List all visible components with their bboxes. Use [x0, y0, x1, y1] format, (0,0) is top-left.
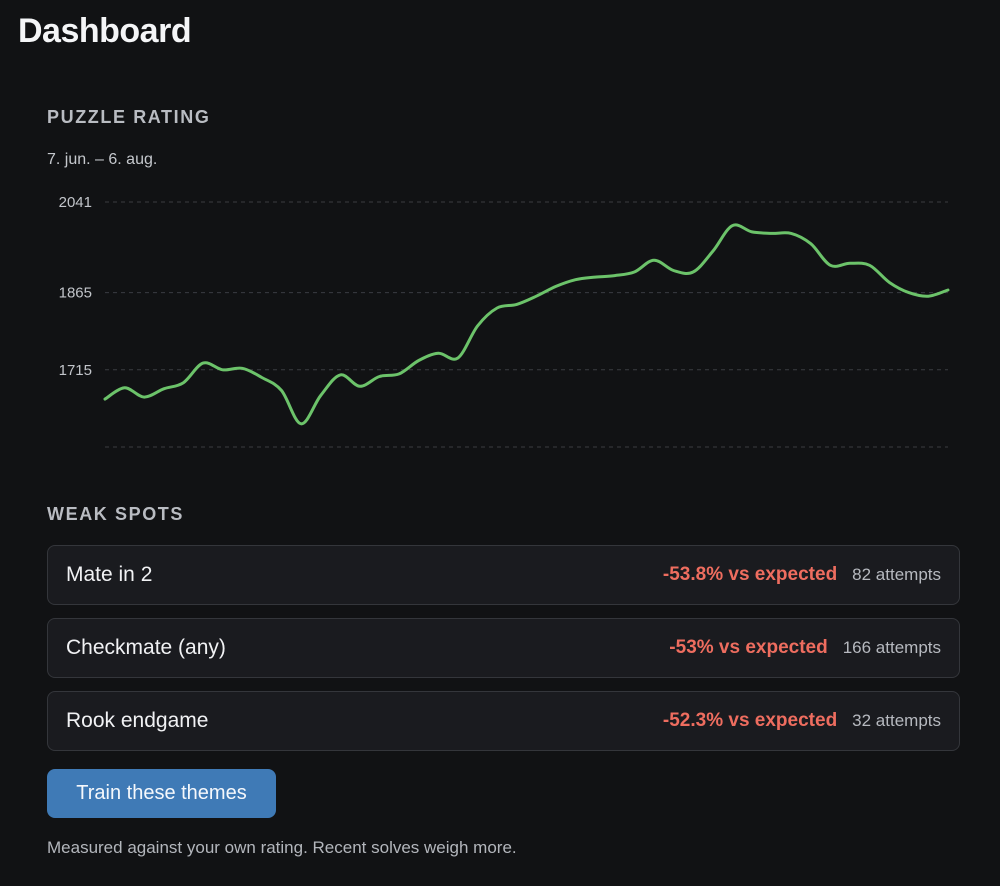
- y-tick-label: 2041: [59, 194, 92, 211]
- y-tick-label: 1715: [59, 362, 92, 379]
- weak-spot-row[interactable]: Rook endgame -52.3% vs expected 32 attem…: [47, 691, 960, 751]
- train-themes-button[interactable]: Train these themes: [47, 769, 276, 818]
- puzzle-rating-heading: PUZZLE RATING: [47, 107, 211, 127]
- weak-spot-attempts: 82 attempts: [852, 565, 941, 584]
- rating-series-line: [103, 223, 950, 426]
- weak-spot-name: Mate in 2: [66, 563, 153, 586]
- weak-spot-row[interactable]: Mate in 2 -53.8% vs expected 82 attempts: [47, 545, 960, 605]
- page-title: Dashboard: [18, 12, 192, 50]
- date-range: 7. jun. – 6. aug.: [47, 151, 158, 168]
- y-tick-label: 1865: [59, 285, 92, 302]
- weak-spot-row[interactable]: Checkmate (any) -53% vs expected 166 att…: [47, 618, 960, 678]
- weak-spot-name: Rook endgame: [66, 709, 209, 732]
- weak-spot-delta: -53% vs expected: [669, 637, 828, 658]
- rating-chart: 2041 1865 1715: [59, 194, 950, 448]
- weak-spot-attempts: 166 attempts: [842, 638, 941, 657]
- weak-spot-delta: -52.3% vs expected: [662, 710, 838, 731]
- footnote: Measured against your own rating. Recent…: [47, 838, 517, 857]
- weak-spots-heading: WEAK SPOTS: [47, 504, 185, 524]
- weak-spot-attempts: 32 attempts: [852, 711, 941, 730]
- weak-spot-name: Checkmate (any): [66, 636, 226, 659]
- weak-spot-delta: -53.8% vs expected: [662, 564, 838, 585]
